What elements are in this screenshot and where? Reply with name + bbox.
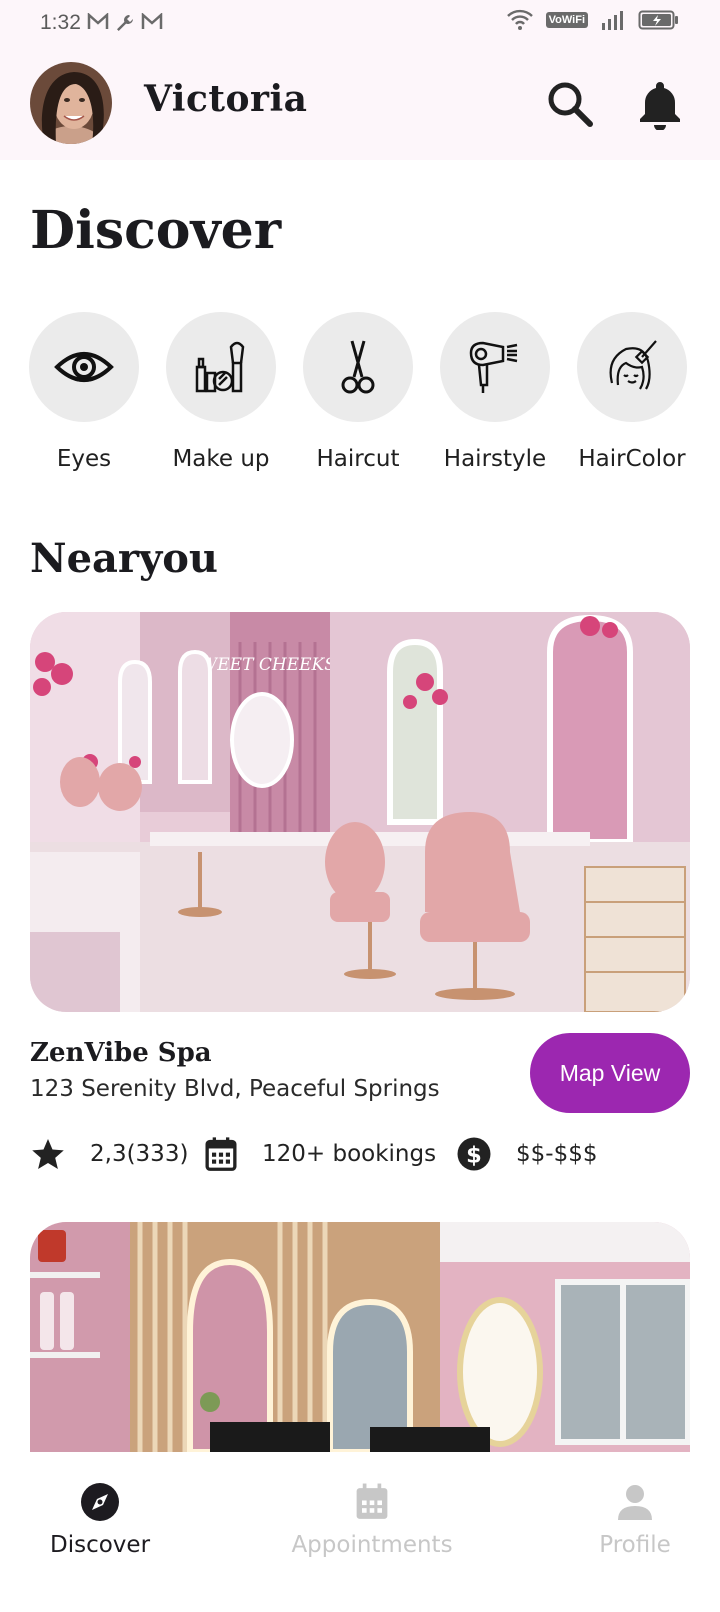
map-view-button[interactable]: Map View <box>530 1033 690 1113</box>
compass-icon <box>81 1483 119 1521</box>
bookings-text: 120+ bookings <box>262 1141 437 1167</box>
category-label: Haircut <box>316 446 400 472</box>
category-makeup[interactable]: Make up <box>166 312 276 472</box>
bookings-item: 120+ bookings <box>204 1134 436 1174</box>
category-haircolor[interactable]: HairColor <box>577 312 687 472</box>
status-notification-icons <box>87 13 163 33</box>
search-button[interactable] <box>544 78 596 130</box>
calendar-icon <box>356 1483 388 1519</box>
app-header: Victoria <box>0 46 720 160</box>
notifications-button[interactable] <box>634 78 686 131</box>
bell-icon <box>640 82 680 131</box>
status-time: 1:32 <box>40 11 81 34</box>
salon-photo[interactable]: SWEET CHEEKS <box>30 612 690 1012</box>
category-label: Make up <box>172 446 270 472</box>
eye-icon <box>54 352 114 382</box>
person-icon <box>618 1485 652 1520</box>
user-name: Victoria <box>144 78 308 120</box>
avatar-photo <box>30 62 112 144</box>
nav-discover[interactable]: Discover <box>50 1482 150 1558</box>
category-hairstyle[interactable]: Hairstyle <box>440 312 550 472</box>
status-system-icons: VoWiFi <box>506 8 680 32</box>
category-label: HairColor <box>578 446 686 472</box>
category-haircut[interactable]: Haircut <box>303 312 413 472</box>
star-icon <box>32 1139 64 1169</box>
category-eyes[interactable]: Eyes <box>29 312 139 472</box>
svg-text:$: $ <box>466 1142 482 1168</box>
category-list: Eyes Make up Haircut Hairstyle HairColor <box>29 312 719 482</box>
salon-photo-2[interactable] <box>30 1222 690 1452</box>
hairdryer-icon <box>469 341 518 393</box>
wifi-icon <box>506 9 533 30</box>
haircolor-icon <box>609 340 657 390</box>
price-item: $ $$-$$$ <box>456 1134 597 1174</box>
scissors-icon <box>341 340 375 394</box>
category-circle <box>29 312 139 422</box>
nav-appointments[interactable]: Appointments <box>287 1482 457 1558</box>
gmail-icon <box>141 13 163 29</box>
nav-profile[interactable]: Profile <box>585 1482 685 1558</box>
category-label: Hairstyle <box>443 446 547 472</box>
rating-item: 2,3(333) <box>30 1134 188 1174</box>
salon-interior-image: SWEET CHEEKS <box>30 612 690 1012</box>
nav-label: Appointments <box>291 1532 453 1558</box>
nav-label: Discover <box>50 1532 151 1558</box>
salon-name[interactable]: ZenVibe Spa <box>30 1038 212 1068</box>
wrench-icon <box>116 15 133 31</box>
avatar[interactable] <box>30 62 112 144</box>
salon-meta-row: 2,3(333) 120+ bookings $ $$-$$$ <box>30 1134 690 1174</box>
category-circle <box>166 312 276 422</box>
category-circle <box>577 312 687 422</box>
search-icon <box>548 82 593 127</box>
bottom-nav: Discover Appointments Profile <box>0 1452 720 1612</box>
nav-label: Profile <box>599 1532 671 1558</box>
rating-text: 2,3(333) <box>90 1141 189 1167</box>
price-text: $$-$$$ <box>516 1141 598 1167</box>
battery-icon <box>638 10 678 30</box>
category-circle <box>303 312 413 422</box>
page-title: Discover <box>30 200 282 261</box>
makeup-icon <box>195 341 245 393</box>
vowifi-badge: VoWiFi <box>545 12 588 28</box>
calendar-icon <box>205 1137 237 1171</box>
dollar-icon: $ <box>457 1137 491 1171</box>
signal-icon <box>602 11 623 30</box>
salon-interior-image-2 <box>30 1222 690 1452</box>
status-bar: 1:32 VoWiFi <box>0 0 720 46</box>
category-circle <box>440 312 550 422</box>
salon-address: 123 Serenity Blvd, Peaceful Springs <box>30 1076 440 1102</box>
gmail-icon <box>87 13 109 29</box>
category-label: Eyes <box>56 446 112 472</box>
section-title-near-you: Nearyou <box>30 535 219 582</box>
